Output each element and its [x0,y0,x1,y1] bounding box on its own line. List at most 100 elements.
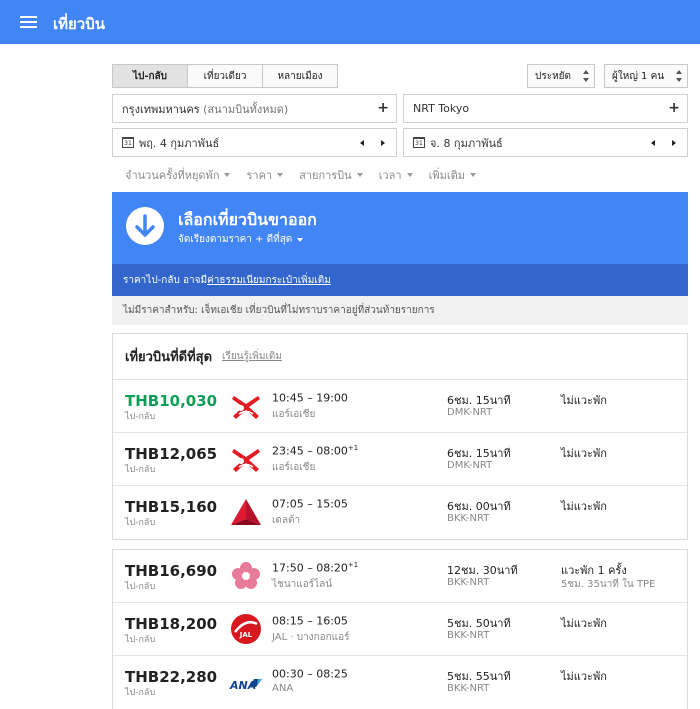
prev-day-icon[interactable] [651,140,655,146]
add-origin-icon[interactable]: + [377,100,389,116]
select-arrows-icon [676,70,682,82]
flight-route: BKK-NRT [447,630,490,641]
flight-row[interactable]: THB12,065 ไป-กลับ 23:45 – 08:00+1 แอร์เอ… [113,433,687,486]
flight-route: BKK-NRT [447,513,490,524]
flight-times: 08:15 – 16:05 [272,614,348,628]
flight-stops: ไม่แวะพัก [561,617,607,630]
flight-row[interactable]: THB16,690 ไป-กลับ 17:50 – 08:20+1 ไชนาแอ… [113,550,687,603]
price-type: ไป-กลับ [125,412,156,422]
flight-times: 00:30 – 08:25 [272,667,348,681]
flight-price: THB16,690 [125,562,218,580]
next-day-icon[interactable] [672,140,676,146]
flight-row[interactable]: THB10,030 ไป-กลับ 10:45 – 19:00 แอร์เอเช… [113,380,687,433]
stop-detail: 5ชม. 35นาที ใน TPE [561,579,656,590]
destination-value: NRT Tokyo [413,102,470,115]
next-day-icon[interactable] [381,140,385,146]
chevron-down-icon [224,173,231,177]
flight-route: DMK-NRT [447,460,493,471]
flight-row[interactable]: THB22,280 ไป-กลับ ANA 00:30 – 08:25 ANA … [113,656,687,709]
flight-route: BKK-NRT [447,577,490,588]
airline-name: ANA [272,683,294,694]
destination-field[interactable]: NRT Tokyo + [403,94,688,123]
flight-row[interactable]: THB15,160 ไป-กลับ 07:05 – 15:05 เดลต้า 6… [113,486,687,539]
price-type: ไป-กลับ [125,688,156,698]
depart-date-value: พฤ. 4 กุมภาพันธ์ [139,136,220,150]
unavailable-note: ไม่มีราคาสำหรับ: เจ็ทเอเชีย เที่ยวบินที่… [112,296,688,325]
price-type: ไป-กลับ [125,635,156,645]
add-destination-icon[interactable]: + [668,100,680,116]
filter-times[interactable]: เวลา [379,166,413,184]
calendar-icon: 31 [413,137,425,148]
flight-times: 10:45 – 19:00 [272,391,348,405]
cabin-class-value: ประหยัด [535,70,572,82]
price-type: ไป-กลับ [125,518,156,528]
sort-selector[interactable]: จัดเรียงตามราคา + ดีที่สุด [178,232,304,247]
filter-stops[interactable]: จำนวนครั้งที่หยุดพัก [125,166,231,184]
banner-title: เลือกเที่ยวบินขาออก [178,210,317,229]
outbound-banner: เลือกเที่ยวบินขาออก จัดเรียงตามราคา + ดี… [112,192,688,264]
svg-text:JAL: JAL [239,631,253,639]
filter-bar: จำนวนครั้งที่หยุดพัก ราคา สายการบิน เวลา… [125,166,492,184]
origin-detail: (สนามบินทั้งหมด) [203,102,289,116]
prev-day-icon[interactable] [360,140,364,146]
cabin-class-select[interactable]: ประหยัด [527,64,595,88]
airline-name: ไชนาแอร์ไลน์ [272,579,333,590]
airasia-logo [229,442,263,476]
flight-times: 17:50 – 08:20+1 [272,561,359,575]
chevron-down-icon [297,237,304,242]
best-flights-card: เที่ยวบินที่ดีที่สุด เรียนรู้เพิ่มเติม T… [112,333,688,540]
flight-stops: ไม่แวะพัก [561,394,607,407]
filter-price[interactable]: ราคา [246,166,284,184]
chevron-down-icon [277,173,284,177]
other-flights-card: THB16,690 ไป-กลับ 17:50 – 08:20+1 ไชนาแอ… [112,549,688,709]
airline-name: แอร์เอเชีย [272,462,316,473]
flight-price: THB15,160 [125,498,218,516]
best-flights-heading: เที่ยวบินที่ดีที่สุด [125,350,213,365]
flight-price: THB18,200 [125,615,218,633]
return-date-field[interactable]: 31 จ. 8 กุมภาพันธ์ [403,128,688,157]
app-bar: เที่ยวบิน [0,0,700,44]
origin-field[interactable]: กรุงเทพมหานคร (สนามบินทั้งหมด) + [112,94,397,123]
ana-logo: ANA [229,665,263,699]
chevron-down-icon [356,173,363,177]
trip-type-tabs: ไป-กลับ เที่ยวเดียว หลายเมือง [112,64,338,88]
airline-name: JAL · บางกอกแอร์ [272,632,350,643]
flight-stops: ไม่แวะพัก [561,500,607,513]
airasia-logo [229,389,263,423]
flight-stops: ไม่แวะพัก [561,447,607,460]
passengers-select[interactable]: ผู้ใหญ่ 1 คน [604,64,688,88]
best-flights-header: เที่ยวบินที่ดีที่สุด เรียนรู้เพิ่มเติม [113,334,687,380]
filter-airlines[interactable]: สายการบิน [299,166,363,184]
depart-date-field[interactable]: 31 พฤ. 4 กุมภาพันธ์ [112,128,397,157]
flight-stops: ไม่แวะพัก [561,670,607,683]
flight-price: THB12,065 [125,445,218,463]
price-type: ไป-กลับ [125,465,156,475]
flight-times: 23:45 – 08:00+1 [272,444,359,458]
app-title: เที่ยวบิน [53,15,106,33]
flight-price: THB22,280 [125,668,218,686]
flight-route: BKK-NRT [447,683,490,694]
price-type: ไป-กลับ [125,582,156,592]
flight-row[interactable]: THB18,200 ไป-กลับ JAL 08:15 – 16:05 JAL … [113,603,687,656]
return-date-value: จ. 8 กุมภาพันธ์ [430,136,503,150]
tab-multi-city[interactable]: หลายเมือง [263,64,338,88]
airline-name: เดลต้า [272,515,301,526]
learn-more-link[interactable]: เรียนรู้เพิ่มเติม [222,349,282,364]
tab-one-way[interactable]: เที่ยวเดียว [188,64,263,88]
bag-fee-link[interactable]: ค่าธรรมเนียมกระเป๋าเพิ่มเติม [207,273,331,288]
down-arrow-icon [126,207,164,245]
origin-value: กรุงเทพมหานคร [122,102,200,116]
bag-fee-notice: ราคาไป-กลับ อาจมี ค่าธรรมเนียมกระเป๋าเพิ่… [112,264,688,296]
delta-logo [229,495,263,529]
flight-price: THB10,030 [125,392,218,410]
passengers-value: ผู้ใหญ่ 1 คน [612,70,665,82]
china-airlines-logo [229,559,263,593]
flight-route: DMK-NRT [447,407,493,418]
filter-more[interactable]: เพิ่มเติม [429,166,476,184]
hamburger-menu-icon[interactable] [20,16,37,28]
tab-round-trip[interactable]: ไป-กลับ [112,64,188,88]
airline-name: แอร์เอเชีย [272,409,316,420]
chevron-down-icon [406,173,413,177]
flight-times: 07:05 – 15:05 [272,497,348,511]
calendar-icon: 31 [122,137,134,148]
